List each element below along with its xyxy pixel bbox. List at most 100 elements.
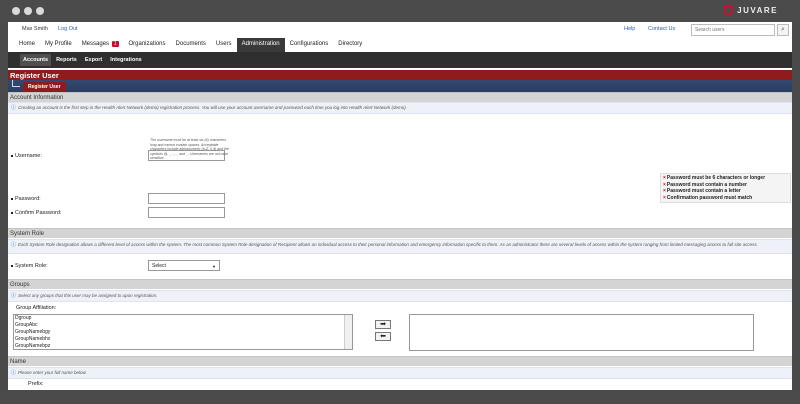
section-groups: Groups [8, 279, 792, 289]
remove-group-arrow-icon[interactable]: ⬅ [375, 332, 391, 341]
prefix-label: Prefix: [28, 381, 44, 387]
nav-home[interactable]: Home [14, 38, 40, 52]
nav-administration-label: Administration [241, 41, 280, 47]
nav-directory-label: Directory [338, 41, 363, 47]
required-bullet [11, 197, 13, 200]
available-groups-list[interactable]: Dgroup GroupAbc GroupNamebgy GroupNamebh… [13, 314, 353, 350]
main-navigation: Home My Profile Messages 1 Organizations… [8, 38, 792, 52]
utility-bar: Max Smith Log Out Help Contact Us ⌕ [8, 22, 792, 38]
contact-us-link[interactable]: Contact Us [648, 26, 675, 32]
system-role-info-text: Each System Role designation allows a di… [18, 242, 758, 247]
fail-x-icon: × [663, 181, 666, 188]
password-requirements: ×Password must be 6 characters or longer… [660, 173, 791, 203]
current-user: Max Smith [22, 26, 48, 32]
password-rule: ×Confirmation password must match [663, 195, 788, 202]
nav-users-label: Users [215, 41, 232, 47]
nav-documents[interactable]: Documents [171, 38, 211, 52]
section-system-role: System Role [8, 228, 792, 238]
confirm-password-label-text: Confirm Password: [15, 210, 62, 216]
username-help-text: The username must be at least six (6) ch… [150, 138, 229, 160]
username-label: Username: [11, 153, 42, 159]
password-label: Password: [11, 196, 41, 202]
info-icon: ⓘ [11, 370, 17, 376]
list-scrollbar[interactable] [344, 315, 352, 349]
help-link[interactable]: Help [624, 26, 635, 32]
required-bullet [11, 211, 13, 214]
messages-count-badge: 1 [111, 41, 119, 47]
nav-organizations-label: Organizations [128, 41, 166, 47]
add-group-arrow-icon[interactable]: ➡ [375, 320, 391, 329]
required-bullet [11, 154, 13, 157]
system-role-label: System Role: [11, 263, 48, 269]
breadcrumb-corner-icon [12, 80, 20, 87]
nav-directory[interactable]: Directory [333, 38, 367, 52]
password-label-text: Password: [15, 196, 41, 202]
subnav-export[interactable]: Export [82, 54, 105, 66]
group-affiliation-label: Group Affiliation: [16, 305, 57, 311]
info-icon: ⓘ [11, 242, 17, 248]
system-role-info-note: ⓘ Each System Role designation allows a d… [8, 239, 792, 254]
password-rule-text: Password must contain a letter [666, 188, 741, 194]
groups-info-text: Select any groups that this user may be … [18, 293, 158, 298]
nav-my-profile-label: My Profile [45, 41, 72, 47]
window-close-control[interactable] [12, 7, 20, 15]
required-bullet [11, 264, 13, 267]
search-icon[interactable]: ⌕ [777, 24, 789, 36]
group-option[interactable]: GroupNamebhx [14, 336, 352, 343]
groups-info-note: ⓘ Select any groups that this user may be… [8, 290, 792, 302]
nav-messages-label: Messages [81, 41, 110, 47]
logout-link[interactable]: Log Out [58, 26, 78, 32]
confirm-password-label: Confirm Password: [11, 210, 61, 216]
account-info-text: Creating an account is the first step in… [18, 105, 406, 110]
group-option[interactable]: Dgroup [14, 315, 352, 322]
section-name: Name [8, 356, 792, 366]
confirm-password-field[interactable] [148, 207, 225, 218]
nav-home-label: Home [19, 41, 36, 47]
nav-my-profile[interactable]: My Profile [40, 38, 77, 52]
page-tab-band: Register User [8, 80, 792, 92]
info-icon: ⓘ [11, 105, 17, 111]
admin-subnavigation: Accounts Reports Export Integrations [8, 52, 792, 68]
window-titlebar: JUVARE [0, 0, 800, 22]
username-label-text: Username: [15, 153, 42, 159]
brand-name: JUVARE [737, 6, 778, 15]
password-field[interactable] [148, 193, 225, 204]
window-zoom-control[interactable] [36, 7, 44, 15]
system-role-selected: Select [152, 263, 166, 269]
juvare-logo: JUVARE [724, 5, 778, 16]
nav-documents-label: Documents [175, 41, 206, 47]
nav-organizations[interactable]: Organizations [124, 38, 171, 52]
fail-x-icon: × [663, 188, 666, 194]
account-info-note: ⓘ Creating an account is the first step i… [8, 102, 792, 114]
password-rule-text: Password must contain a number [666, 181, 747, 188]
nav-configurations-label: Configurations [289, 41, 329, 47]
page-title: Register User [8, 70, 792, 80]
selected-groups-list[interactable] [409, 314, 754, 351]
fail-x-icon: × [663, 175, 666, 181]
name-info-text: Please enter your full name below. [18, 370, 87, 375]
group-option[interactable]: GroupNamebgy [14, 329, 352, 336]
nav-messages[interactable]: Messages 1 [77, 38, 124, 52]
password-rule-text: Confirmation password must match [666, 194, 753, 201]
chevron-down-icon: ▼ [212, 264, 216, 269]
section-account-information: Account Information [8, 92, 792, 102]
nav-configurations[interactable]: Configurations [285, 38, 334, 52]
password-rule-text: Password must be 6 characters or longer [666, 175, 766, 181]
name-info-note: ⓘ Please enter your full name below. [8, 367, 792, 379]
window-bottom-bar [0, 390, 800, 404]
system-role-select[interactable]: Select ▼ [148, 260, 220, 271]
tab-register-user[interactable]: Register User [23, 82, 66, 92]
juvare-shield-icon [724, 5, 734, 16]
subnav-reports[interactable]: Reports [53, 54, 80, 66]
group-option[interactable]: GroupNamebpz [14, 343, 352, 349]
nav-administration[interactable]: Administration [236, 38, 285, 52]
fail-x-icon: × [663, 194, 666, 201]
info-icon: ⓘ [11, 293, 17, 299]
nav-users[interactable]: Users [211, 38, 237, 52]
group-option[interactable]: GroupAbc [14, 322, 352, 329]
search-users-input[interactable] [691, 24, 775, 36]
subnav-integrations[interactable]: Integrations [107, 54, 144, 66]
subnav-accounts[interactable]: Accounts [20, 54, 52, 66]
system-role-label-text: System Role: [15, 263, 48, 269]
window-minimize-control[interactable] [24, 7, 32, 15]
